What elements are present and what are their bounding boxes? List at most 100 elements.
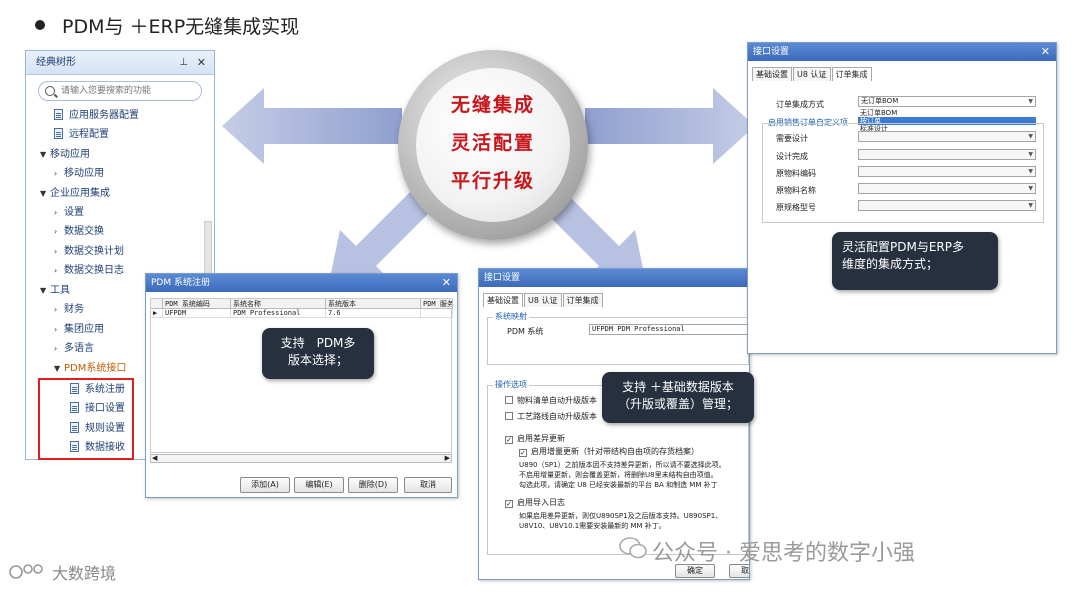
- cell-service[interactable]: [421, 309, 453, 318]
- scroll-left-icon[interactable]: ◀: [152, 455, 157, 462]
- window-title-bar: 接口设置 ✕: [748, 43, 1056, 61]
- chevron-down-icon: ▼: [54, 364, 61, 373]
- tree-item-label: 移动应用: [50, 149, 90, 160]
- chevron-right-icon: ›: [54, 169, 58, 178]
- delete-button[interactable]: 删除(D): [348, 477, 398, 493]
- tree-item-label: 集团应用: [64, 324, 104, 335]
- tree-item-exchange-plan[interactable]: › 数据交换计划: [54, 243, 124, 261]
- tab-basic[interactable]: 基础设置: [483, 293, 523, 307]
- circle-line-seamless: 无缝集成: [450, 94, 535, 116]
- tab-u8-auth[interactable]: U8 认证: [793, 67, 831, 81]
- cell-code[interactable]: UFPDM: [163, 309, 231, 318]
- tree-header: 经典树形 ⊥ ✕: [26, 51, 214, 75]
- field-label: 原物料名称: [776, 186, 816, 195]
- tab-u8-auth[interactable]: U8 认证: [524, 293, 562, 307]
- chevron-down-icon: ▼: [40, 189, 47, 198]
- close-icon[interactable]: ✕: [1041, 43, 1050, 61]
- right-arrow: [585, 88, 755, 164]
- chevron-right-icon: ›: [54, 305, 58, 314]
- option-label: 物料清单自动升级版本: [517, 396, 597, 405]
- callout-base-data-version: 支持 ＋基础数据版本 （升版或覆盖）管理；: [602, 372, 754, 423]
- close-icon[interactable]: ✕: [442, 274, 451, 292]
- add-button[interactable]: 添加(A): [240, 477, 290, 493]
- option-import-log[interactable]: ✓ 启用导入日志: [505, 497, 565, 508]
- checkbox-checked[interactable]: ✓: [505, 436, 513, 444]
- horizontal-scrollbar[interactable]: ◀ ▶: [150, 454, 452, 463]
- interface-settings-order-window: 接口设置 ✕ 基础设置 U8 认证 订单集成 订单集成方式 无订单BOM ▼ 无订单…: [747, 42, 1057, 354]
- tab-order[interactable]: 订单集成: [562, 293, 603, 307]
- tree-item-label: 工具: [50, 285, 70, 296]
- checkbox[interactable]: [505, 412, 513, 420]
- window-title-bar: 接口设置: [479, 269, 749, 287]
- checkbox-checked[interactable]: ✓: [519, 449, 527, 457]
- tree-item-pdm-interface[interactable]: ▼ PDM系统接口: [54, 360, 126, 378]
- tree-item-mobile-app[interactable]: ▼ 移动应用: [40, 146, 90, 164]
- option-route-auto-upgrade[interactable]: 工艺路线自动升级版本: [505, 411, 597, 422]
- pdm-system-input[interactable]: UFPDM PDM Professional: [589, 324, 749, 335]
- field-dropdown[interactable]: ▼: [858, 166, 1036, 177]
- pin-icon[interactable]: ⊥: [179, 51, 188, 75]
- tree-item-app-server[interactable]: 应用服务器配置: [54, 107, 139, 125]
- grid-head-service: PDM 服务: [421, 299, 453, 309]
- field-dropdown[interactable]: ▼: [858, 183, 1036, 194]
- cancel-button[interactable]: 取消: [404, 477, 452, 493]
- field-dropdown[interactable]: ▼: [858, 200, 1036, 211]
- close-icon[interactable]: ✕: [197, 51, 206, 75]
- tree-item-remote-config[interactable]: 远程配置: [54, 126, 109, 144]
- tree-item-exchange-log[interactable]: › 数据交换日志: [54, 262, 124, 280]
- chevron-down-icon: ▼: [1028, 98, 1033, 105]
- option-diff-update[interactable]: ✓ 启用差异更新: [505, 433, 565, 444]
- callout-pdm-version: 支持 PDM多 版本选择；: [262, 328, 374, 379]
- note-line: 不启用增量更新，则会覆盖更新，将删除U8里未结构自由项值。: [519, 471, 718, 479]
- tab-order[interactable]: 订单集成: [831, 67, 872, 81]
- tree-item-finance[interactable]: › 财务: [54, 301, 84, 319]
- field-dropdown[interactable]: ▼: [858, 149, 1036, 160]
- field-dropdown[interactable]: ▼: [858, 131, 1036, 142]
- cell-name[interactable]: PDM Professional: [231, 309, 326, 318]
- scroll-right-icon[interactable]: ▶: [445, 455, 450, 462]
- tree-item-settings[interactable]: › 设置: [54, 204, 84, 222]
- cell-version[interactable]: 7.6: [326, 309, 421, 318]
- option-label: 启用差异更新: [517, 434, 565, 443]
- checkbox-checked[interactable]: ✓: [505, 500, 513, 508]
- chevron-down-icon: ▼: [1028, 185, 1033, 192]
- window-title: PDM 系统注册: [151, 278, 210, 288]
- option-incremental-update[interactable]: ✓ 启用增量更新（针对带结构自由项的存货档案）: [519, 446, 699, 457]
- tree-item-group-app[interactable]: › 集团应用: [54, 321, 104, 339]
- tab-basic[interactable]: 基础设置: [752, 67, 792, 81]
- chevron-down-icon: ▼: [1028, 133, 1033, 140]
- callout-flexible-config: 灵活配置PDM与ERP多 维度的集成方式；: [832, 232, 998, 290]
- chevron-down-icon: ▼: [1028, 202, 1033, 209]
- field-label: 设计完成: [776, 152, 808, 161]
- chevron-down-icon: ▼: [1028, 168, 1033, 175]
- group-mapping-label: 系统映射: [493, 311, 529, 322]
- highlight-box: [38, 378, 134, 460]
- tree-item-enterprise-integration[interactable]: ▼ 企业应用集成: [40, 185, 110, 203]
- tree-item-tools[interactable]: ▼ 工具: [40, 282, 70, 300]
- tree-item-mobile-app-child[interactable]: › 移动应用: [54, 165, 104, 183]
- tree-item-label: 财务: [64, 304, 84, 315]
- tree-item-label: 应用服务器配置: [69, 110, 139, 121]
- search-input[interactable]: 请输入您要搜索的功能: [38, 81, 202, 101]
- order-mode-dropdown[interactable]: 无订单BOM ▼: [858, 96, 1036, 107]
- note-line: U890（SP1）之前版本因不支持差异更新，所以请不要选择此项。: [519, 461, 726, 469]
- option-bom-auto-upgrade[interactable]: 物料清单自动升级版本: [505, 395, 597, 406]
- tree-item-label: PDM系统接口: [64, 363, 127, 374]
- search-placeholder: 请输入您要搜索的功能: [61, 86, 152, 96]
- checkbox[interactable]: [505, 396, 513, 404]
- edit-button[interactable]: 编辑(E): [294, 477, 344, 493]
- option-label: 启用导入日志: [517, 498, 565, 507]
- page-title: PDM与 ＋ERP无缝集成实现: [62, 16, 300, 38]
- tree-item-label: 远程配置: [69, 129, 109, 140]
- tree-item-label: 移动应用: [64, 168, 104, 179]
- watermark-account: 公众号 · 爱思考的数字小强: [652, 541, 915, 566]
- row-pointer-icon: ▶: [151, 309, 163, 318]
- pdm-register-window: PDM 系统注册 ✕ PDM 系统编码 系统名称 系统版本 PDM 服务 ▶ U…: [145, 273, 458, 498]
- order-mode-label: 订单集成方式: [776, 100, 824, 109]
- tab-bar: 基础设置 U8 认证 订单集成: [483, 293, 604, 307]
- tree-item-label: 设置: [64, 207, 84, 218]
- tree-item-label: 数据交换: [64, 226, 104, 237]
- tree-item-data-exchange[interactable]: › 数据交换: [54, 223, 104, 241]
- dropdown-option[interactable]: 无订单BOM: [858, 109, 1036, 117]
- tree-item-multilanguage[interactable]: › 多语言: [54, 340, 94, 358]
